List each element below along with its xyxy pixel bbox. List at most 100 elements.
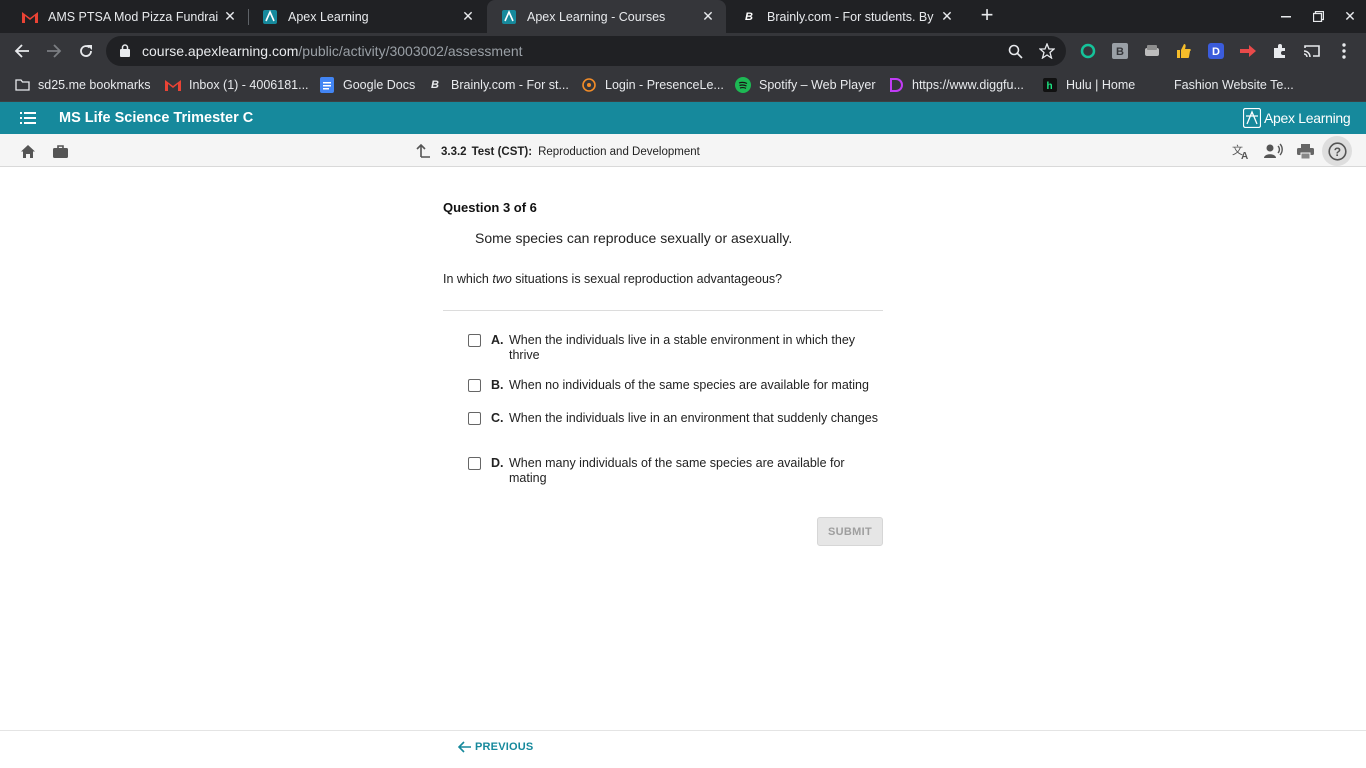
brand-name: Apex Learning — [1264, 110, 1351, 126]
new-tab-button[interactable]: + — [976, 4, 998, 28]
docs-icon — [319, 77, 335, 93]
choice-text: When the individuals live in an environm… — [509, 411, 878, 425]
spotify-icon — [735, 77, 751, 93]
extension-grammarly-icon[interactable] — [1078, 41, 1098, 61]
choice-text: When many individuals of the same specie… — [509, 456, 845, 485]
course-title: MS Life Science Trimester C — [59, 110, 254, 126]
choice-letter: C. — [491, 411, 504, 425]
activity-number: 3.3.2 — [441, 146, 467, 158]
extensions-puzzle-icon[interactable] — [1270, 41, 1290, 61]
back-icon[interactable] — [8, 37, 36, 65]
bookmark-item[interactable]: Inbox (1) - 4006181... — [165, 76, 309, 94]
forward-icon[interactable] — [40, 37, 68, 65]
star-icon[interactable] — [1038, 42, 1056, 60]
svg-text:?: ? — [1333, 145, 1340, 159]
restore-icon[interactable] — [1302, 0, 1334, 33]
bookmark-item[interactable]: sd25.me bookmarks — [14, 76, 151, 94]
previous-label: PREVIOUS — [475, 741, 534, 753]
browser-tab-strip: AMS PTSA Mod Pizza Fundraise ✕ Apex Lear… — [0, 0, 1366, 33]
browser-menu-icon[interactable] — [1334, 41, 1354, 61]
address-bar[interactable]: course.apexlearning.com/public/activity/… — [106, 36, 1066, 66]
answer-choice-c[interactable]: C. When the individuals live in an envir… — [468, 411, 883, 426]
close-icon[interactable]: ✕ — [218, 8, 242, 25]
close-icon[interactable]: ✕ — [456, 8, 480, 25]
up-arrow-icon[interactable] — [415, 143, 431, 161]
choice-letter: A. — [491, 333, 504, 347]
choice-text: When the individuals live in a stable en… — [509, 333, 856, 362]
browser-tab[interactable]: B Brainly.com - For students. By st ✕ — [727, 0, 965, 33]
answer-choice-a[interactable]: A. When the individuals live in a stable… — [468, 333, 883, 363]
tab-title: Brainly.com - For students. By st — [767, 9, 935, 24]
breadcrumb: 3.3.2 Test (CST): Reproduction and Devel… — [415, 143, 700, 161]
svg-text:h: h — [1047, 81, 1053, 92]
url-text: course.apexlearning.com/public/activity/… — [142, 43, 523, 59]
print-icon[interactable] — [1295, 141, 1315, 161]
bookmark-item[interactable]: B Brainly.com - For st... — [427, 76, 569, 94]
briefcase-icon[interactable] — [50, 141, 70, 161]
home-icon[interactable] — [18, 141, 38, 161]
choice-text: When no individuals of the same species … — [509, 378, 869, 392]
footer-nav: PREVIOUS — [0, 730, 1366, 768]
browser-tab[interactable]: AMS PTSA Mod Pizza Fundraise ✕ — [8, 0, 248, 33]
bookmark-item[interactable]: Spotify – Web Player — [735, 76, 876, 94]
activity-name: Reproduction and Development — [538, 146, 700, 158]
gmail-icon — [165, 77, 181, 93]
submit-button[interactable]: SUBMIT — [817, 517, 883, 546]
bookmark-item[interactable]: h Hulu | Home — [1042, 76, 1135, 94]
bookmark-label: sd25.me bookmarks — [38, 78, 151, 92]
question-counter: Question 3 of 6 — [443, 200, 537, 215]
tab-title: Apex Learning - Courses — [527, 9, 666, 24]
checkbox[interactable] — [468, 457, 481, 470]
browser-tab[interactable]: Apex Learning ✕ — [248, 0, 486, 33]
cast-icon[interactable] — [1302, 41, 1322, 61]
diggfun-icon — [888, 77, 904, 93]
presence-icon — [581, 77, 597, 93]
text-to-speech-icon[interactable] — [1263, 141, 1283, 161]
folder-icon — [14, 77, 30, 93]
help-icon[interactable]: ? — [1327, 141, 1347, 161]
extension-arrow-icon[interactable] — [1238, 41, 1258, 61]
checkbox[interactable] — [468, 379, 481, 392]
close-icon[interactable]: ✕ — [696, 8, 720, 25]
svg-text:A: A — [1241, 151, 1248, 160]
question-prompt: In which two situations is sexual reprod… — [443, 272, 783, 286]
answer-choice-d[interactable]: D. When many individuals of the same spe… — [468, 456, 883, 486]
apex-logo-icon — [1243, 108, 1261, 128]
bookmark-label: Fashion Website Te... — [1174, 78, 1294, 92]
minimize-icon[interactable] — [1270, 0, 1302, 33]
close-icon[interactable]: ✕ — [935, 8, 959, 25]
extension-thumbs-up-icon[interactable] — [1174, 41, 1194, 61]
bookmark-label: Inbox (1) - 4006181... — [189, 78, 309, 92]
extension-b-icon[interactable]: B — [1110, 41, 1130, 61]
hamburger-menu-icon[interactable] — [20, 111, 36, 129]
gmail-icon — [22, 9, 38, 25]
bookmark-item[interactable]: Login - PresenceLe... — [581, 76, 724, 94]
previous-button[interactable]: PREVIOUS — [458, 741, 533, 753]
zoom-icon[interactable] — [1006, 42, 1024, 60]
checkbox[interactable] — [468, 412, 481, 425]
bookmark-item[interactable]: Fashion Website Te... — [1174, 76, 1294, 94]
tab-title: AMS PTSA Mod Pizza Fundraise — [48, 9, 218, 24]
apex-icon — [262, 9, 278, 25]
arrow-left-icon — [458, 741, 471, 753]
translate-icon[interactable]: 文A — [1231, 141, 1251, 161]
bookmark-item[interactable]: https://www.diggfu... — [888, 76, 1024, 94]
browser-tab-active[interactable]: Apex Learning - Courses ✕ — [487, 0, 726, 33]
bookmark-label: Google Docs — [343, 78, 416, 92]
course-header: MS Life Science Trimester C Apex Learnin… — [0, 102, 1366, 134]
choice-letter: D. — [491, 456, 504, 470]
bookmarks-bar: sd25.me bookmarks Inbox (1) - 4006181...… — [0, 69, 1366, 102]
checkbox[interactable] — [468, 334, 481, 347]
bookmark-label: Brainly.com - For st... — [451, 78, 569, 92]
bookmark-item[interactable]: Google Docs — [319, 76, 415, 94]
bookmark-label: Login - PresenceLe... — [605, 78, 724, 92]
svg-text:D: D — [1212, 46, 1220, 58]
answer-choice-b[interactable]: B. When no individuals of the same speci… — [468, 378, 883, 393]
bookmark-label: Spotify – Web Player — [759, 78, 876, 92]
window-close-icon[interactable]: ✕ — [1334, 0, 1366, 33]
question-stem: Some species can reproduce sexually or a… — [475, 230, 793, 246]
extension-d-icon[interactable]: D — [1206, 41, 1226, 61]
reload-icon[interactable] — [72, 37, 100, 65]
svg-text:B: B — [1116, 46, 1124, 58]
extension-car-icon[interactable] — [1142, 41, 1162, 61]
